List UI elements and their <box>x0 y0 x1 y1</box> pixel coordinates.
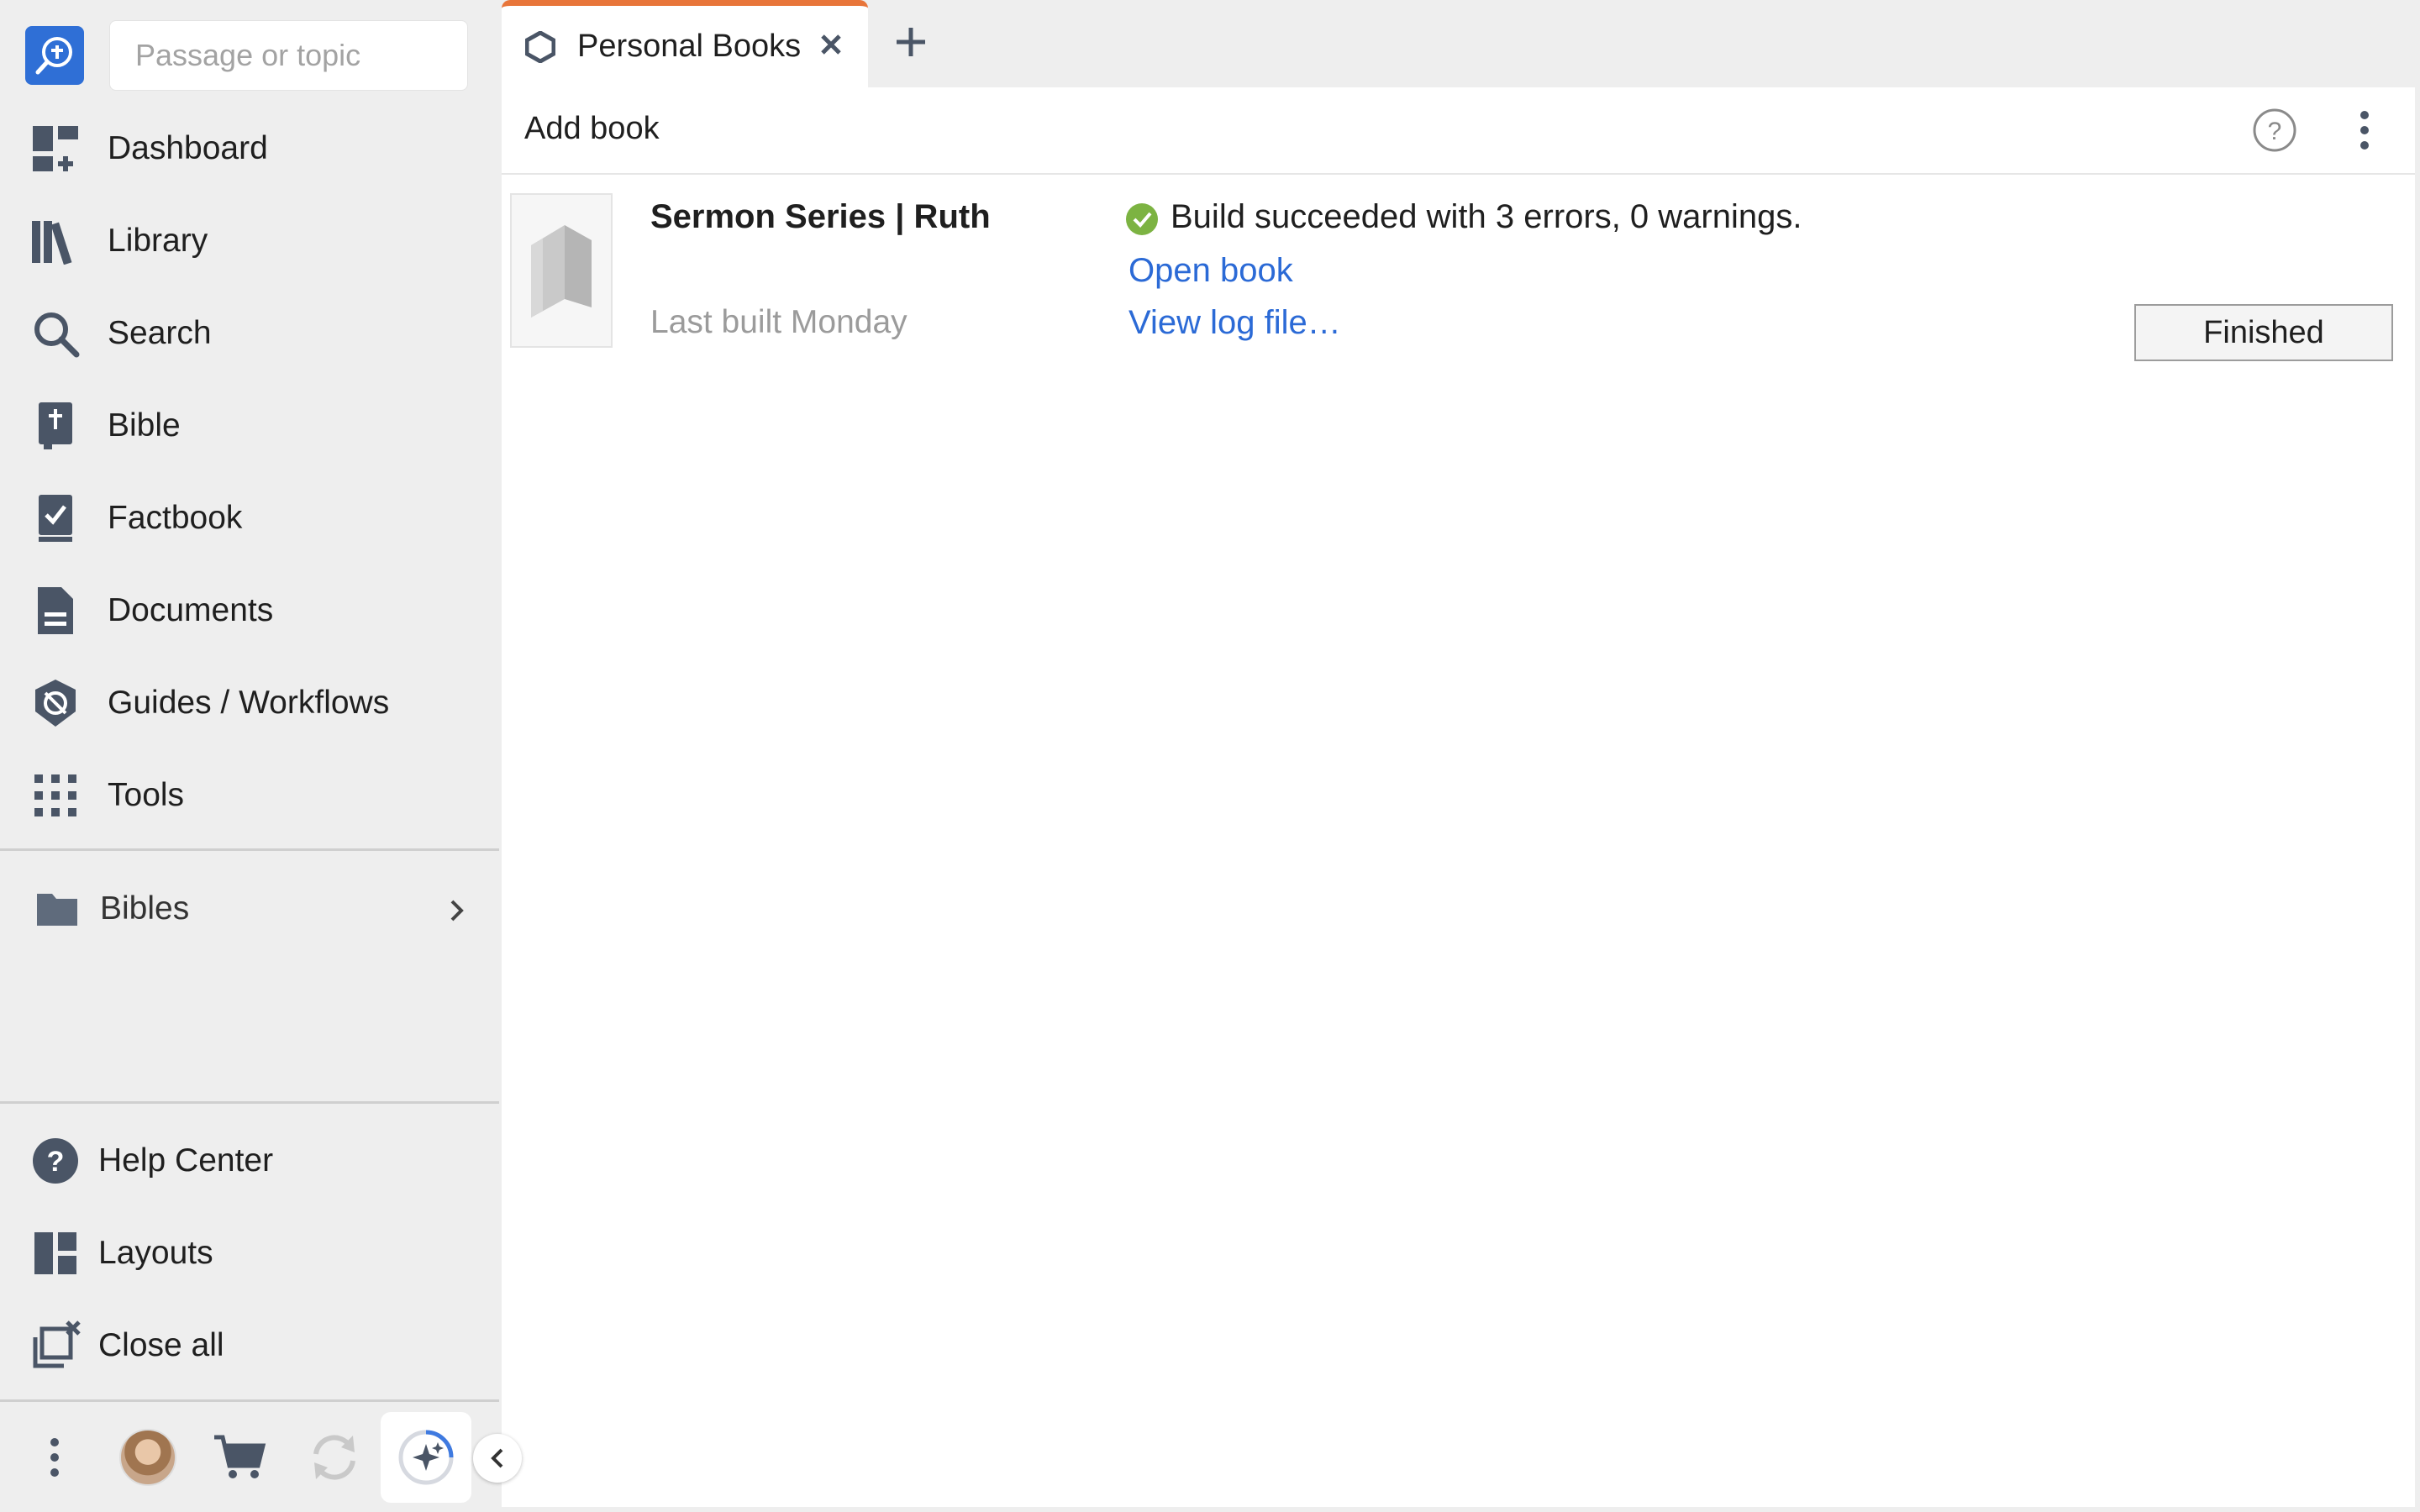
close-all-icon <box>30 1320 81 1371</box>
build-status-text: Build succeeded with 3 errors, 0 warning… <box>1171 198 1802 235</box>
documents-icon <box>30 585 81 636</box>
close-icon[interactable] <box>813 26 850 63</box>
folder-icon <box>32 884 82 934</box>
sidebar-item-label: Close all <box>98 1327 224 1363</box>
passage-search-field[interactable] <box>109 20 468 91</box>
factbook-icon <box>30 493 81 543</box>
sidebar-item-library[interactable]: Library <box>0 199 499 283</box>
book-title: Sermon Series | Ruth <box>650 198 991 235</box>
library-icon <box>30 216 81 266</box>
sidebar-item-label: Help Center <box>98 1142 274 1179</box>
sidebar-item-label: Factbook <box>108 500 243 536</box>
sidebar-item-dashboard[interactable]: Dashboard <box>0 107 499 191</box>
sidebar-bottom-bar <box>0 1403 499 1512</box>
svg-text:?: ? <box>2268 118 2282 145</box>
layouts-icon <box>30 1228 81 1278</box>
open-book-link[interactable]: Open book <box>1128 252 1293 290</box>
help-circle-icon: ? <box>30 1136 81 1186</box>
book-last-built: Last built Monday <box>650 304 908 340</box>
add-tab-button[interactable] <box>889 20 933 64</box>
tab-personal-books[interactable]: Personal Books <box>502 0 868 87</box>
sidebar-item-label: Bible <box>108 407 181 444</box>
bible-icon <box>30 401 81 451</box>
sidebar: Dashboard Library Search Bible Factbook … <box>0 0 499 1512</box>
sidebar-folder-label: Bibles <box>100 890 190 927</box>
sidebar-folder-bibles[interactable]: Bibles <box>0 867 499 951</box>
more-vertical-icon[interactable] <box>2342 108 2387 153</box>
ai-assistant-button[interactable] <box>381 1412 471 1503</box>
panel-title: Add book <box>524 111 660 146</box>
chevron-right-icon <box>449 895 466 931</box>
panel-toolbar: Add book ? <box>502 87 2415 175</box>
sparkle-icon <box>398 1430 454 1485</box>
more-vertical-icon[interactable] <box>21 1424 88 1491</box>
sidebar-item-label: Guides / Workflows <box>108 685 390 721</box>
sidebar-item-label: Dashboard <box>108 130 268 166</box>
collapse-sidebar-button[interactable] <box>473 1434 522 1483</box>
sync-icon[interactable] <box>301 1424 368 1491</box>
hexagon-icon <box>524 30 556 67</box>
guides-icon <box>30 678 81 728</box>
sidebar-item-help-center[interactable]: ? Help Center <box>0 1119 499 1203</box>
avatar <box>119 1429 176 1486</box>
sidebar-item-label: Tools <box>108 777 185 813</box>
sidebar-divider <box>0 1399 499 1402</box>
sidebar-item-bible[interactable]: Bible <box>0 384 499 468</box>
sidebar-item-documents[interactable]: Documents <box>0 569 499 653</box>
sidebar-item-label: Layouts <box>98 1235 213 1271</box>
svg-text:?: ? <box>47 1146 65 1178</box>
tab-label: Personal Books <box>577 29 802 64</box>
search-icon <box>30 308 81 359</box>
sidebar-item-search[interactable]: Search <box>0 291 499 375</box>
plus-icon <box>897 28 925 56</box>
check-circle-icon <box>1125 202 1159 236</box>
sidebar-item-close-all[interactable]: Close all <box>0 1304 499 1388</box>
sidebar-item-tools[interactable]: Tools <box>0 753 499 837</box>
chevron-left-icon <box>491 1448 503 1468</box>
sidebar-item-label: Library <box>108 223 208 259</box>
view-log-file-link[interactable]: View log file… <box>1128 304 1341 342</box>
tools-icon <box>30 770 81 821</box>
finished-button[interactable]: Finished <box>2134 304 2393 361</box>
help-icon[interactable]: ? <box>2252 108 2297 153</box>
sidebar-item-guides-workflows[interactable]: Guides / Workflows <box>0 661 499 745</box>
book-cover-icon <box>510 193 613 348</box>
sidebar-item-layouts[interactable]: Layouts <box>0 1211 499 1295</box>
passage-search-input[interactable] <box>135 38 467 73</box>
user-avatar[interactable] <box>114 1424 182 1491</box>
sidebar-item-label: Documents <box>108 592 274 628</box>
sidebar-divider <box>0 848 499 851</box>
sidebar-item-factbook[interactable]: Factbook <box>0 476 499 560</box>
sidebar-item-label: Search <box>108 315 212 351</box>
dashboard-icon <box>30 123 81 174</box>
sidebar-divider <box>0 1101 499 1104</box>
cart-icon[interactable] <box>206 1424 273 1491</box>
personal-books-panel: Add book ? Sermon Series | Ruth Last bui… <box>502 87 2415 1507</box>
logos-logo-icon[interactable] <box>25 26 84 85</box>
